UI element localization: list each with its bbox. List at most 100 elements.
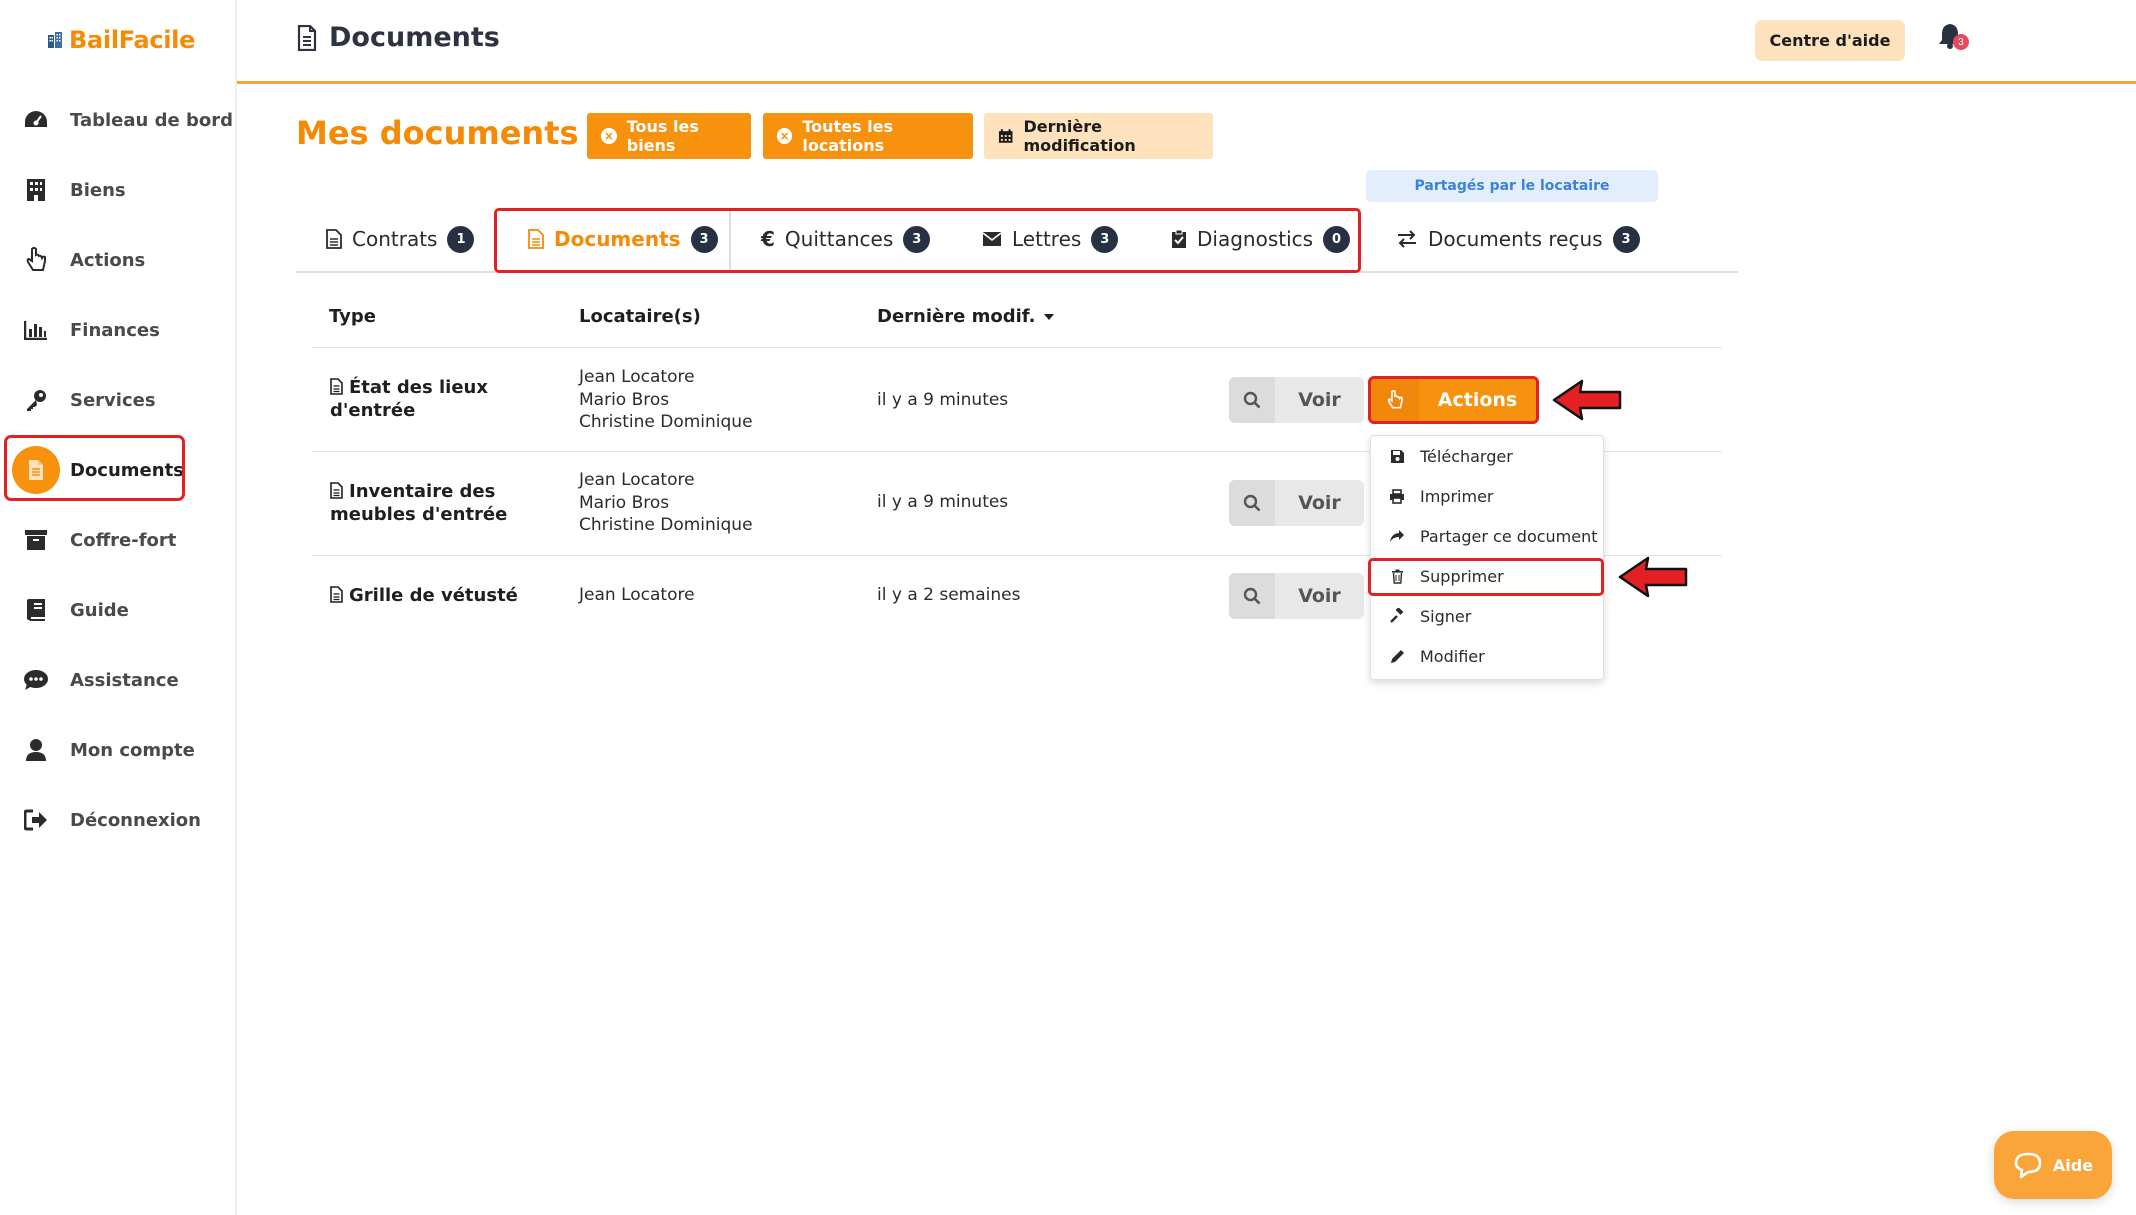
search-icon — [1229, 573, 1275, 619]
sidebar-item-assistance[interactable]: Assistance — [0, 650, 237, 710]
sidebar-item-label: Services — [70, 389, 156, 411]
column-header-tenants: Locataire(s) — [579, 306, 701, 327]
help-center-button[interactable]: Centre d'aide — [1755, 20, 1905, 61]
sidebar-item-deconnexion[interactable]: Déconnexion — [0, 790, 237, 850]
annotation-arrow-icon — [1618, 556, 1688, 598]
exchange-icon — [1398, 230, 1416, 248]
file-icon — [528, 229, 544, 249]
tab-divider — [729, 209, 731, 270]
sidebar-item-mon-compte[interactable]: Mon compte — [0, 720, 237, 780]
table-row-date: il y a 9 minutes — [877, 390, 1009, 410]
sidebar-item-label: Biens — [70, 179, 126, 201]
print-icon — [1387, 486, 1407, 506]
filter-last-modified[interactable]: Dernière modification — [984, 113, 1213, 159]
notifications-button[interactable]: 3 — [1937, 22, 1973, 58]
tab-diagnostics[interactable]: Diagnostics 0 — [1171, 205, 1351, 273]
gavel-icon — [1387, 606, 1407, 626]
close-circle-icon: × — [601, 128, 617, 144]
dashboard-icon — [22, 106, 50, 134]
file-icon — [330, 586, 343, 603]
sidebar-item-guide[interactable]: Guide — [0, 580, 237, 640]
tab-count-badge: 3 — [690, 225, 718, 253]
sort-down-icon — [1044, 313, 1055, 320]
table-row-tenants: Jean Locatore Mario Bros Christine Domin… — [579, 470, 753, 535]
sidebar-item-tableau-de-bord[interactable]: Tableau de bord — [0, 90, 237, 150]
sidebar-item-label: Documents — [70, 459, 184, 481]
filter-all-rentals[interactable]: × Toutes les locations — [763, 113, 973, 159]
tab-count-badge: 1 — [447, 225, 475, 253]
key-icon — [22, 386, 50, 414]
table-row-type: État des lieux d'entrée — [330, 377, 488, 421]
tab-documents-recus[interactable]: Documents reçus 3 — [1396, 205, 1640, 273]
sidebar-item-services[interactable]: Services — [0, 370, 237, 430]
sidebar-item-actions[interactable]: Actions — [0, 230, 237, 290]
menu-item-supprimer[interactable]: Supprimer — [1371, 556, 1605, 596]
view-button[interactable]: Voir — [1229, 573, 1364, 619]
tab-count-badge: 3 — [1091, 225, 1119, 253]
tab-contrats[interactable]: Contrats 1 — [326, 205, 475, 273]
menu-item-partager[interactable]: Partager ce document — [1371, 516, 1605, 556]
envelope-icon — [982, 232, 1002, 246]
help-chat-widget-button[interactable]: Aide — [1994, 1131, 2112, 1199]
menu-item-imprimer[interactable]: Imprimer — [1371, 476, 1605, 516]
sidebar-item-finances[interactable]: Finances — [0, 300, 237, 360]
sidebar-item-documents[interactable]: Documents — [0, 440, 237, 500]
tab-count-badge: 3 — [903, 225, 931, 253]
search-icon — [1229, 480, 1275, 526]
column-header-type: Type — [329, 306, 376, 327]
share-icon — [1387, 526, 1407, 546]
actions-dropdown-button[interactable]: Actions — [1368, 376, 1539, 424]
file-icon — [330, 482, 343, 499]
bar-chart-icon — [22, 316, 50, 344]
close-circle-icon: × — [777, 128, 793, 144]
file-icon — [330, 378, 343, 395]
sidebar-item-label: Déconnexion — [70, 809, 201, 831]
building-icon — [22, 176, 50, 204]
book-icon — [22, 596, 50, 624]
sign-out-icon — [22, 806, 50, 834]
page-title: Documents — [297, 22, 500, 53]
save-icon — [1387, 446, 1407, 466]
sidebar-item-label: Guide — [70, 599, 129, 621]
table-row-type: Grille de vétusté — [330, 584, 518, 607]
hand-pointer-icon — [22, 246, 50, 274]
column-header-last-modified[interactable]: Dernière modif. — [877, 306, 1055, 327]
filter-all-properties[interactable]: × Tous les biens — [587, 113, 751, 159]
menu-item-signer[interactable]: Signer — [1371, 596, 1605, 636]
table-divider — [312, 347, 1722, 348]
app-logo[interactable]: BailFacile — [47, 26, 195, 54]
document-icon — [12, 446, 60, 494]
table-row-tenants: Jean Locatore — [579, 585, 695, 605]
file-icon — [326, 229, 342, 249]
chat-bubble-icon — [2014, 1152, 2042, 1179]
section-title: Mes documents — [296, 114, 579, 152]
pencil-icon — [1387, 646, 1407, 666]
top-header: Documents Centre d'aide 3 — [237, 0, 2136, 84]
tab-quittances[interactable]: € Quittances 3 — [761, 205, 931, 273]
sidebar-item-label: Actions — [70, 249, 146, 271]
euro-icon: € — [761, 227, 775, 251]
tab-lettres[interactable]: Lettres 3 — [982, 205, 1119, 273]
building-logo-icon — [48, 32, 62, 48]
table-row-date: il y a 9 minutes — [877, 492, 1009, 512]
document-tabs: Contrats 1 Documents 3 € Quittances 3 Le… — [296, 205, 1738, 273]
archive-icon — [22, 526, 50, 554]
calendar-icon — [998, 129, 1013, 143]
sidebar-item-biens[interactable]: Biens — [0, 160, 237, 220]
shared-by-tenant-badge: Partagés par le locataire — [1366, 170, 1658, 202]
table-row-date: il y a 2 semaines — [877, 585, 1021, 605]
menu-item-modifier[interactable]: Modifier — [1371, 636, 1605, 676]
view-button[interactable]: Voir — [1229, 480, 1364, 526]
user-icon — [22, 736, 50, 764]
annotation-arrow-icon — [1552, 379, 1622, 421]
menu-item-telecharger[interactable]: Télécharger — [1371, 436, 1605, 476]
actions-dropdown-menu: Télécharger Imprimer Partager ce documen… — [1370, 435, 1604, 680]
tab-documents[interactable]: Documents 3 — [528, 205, 718, 273]
document-icon — [297, 24, 317, 51]
sidebar-item-coffre-fort[interactable]: Coffre-fort — [0, 510, 237, 570]
table-row-type: Inventaire des meubles d'entrée — [330, 481, 508, 525]
sidebar-item-label: Finances — [70, 319, 160, 341]
search-icon — [1229, 377, 1275, 423]
view-button[interactable]: Voir — [1229, 377, 1364, 423]
sidebar: BailFacile Tableau de bord Biens Actions… — [0, 0, 237, 1215]
